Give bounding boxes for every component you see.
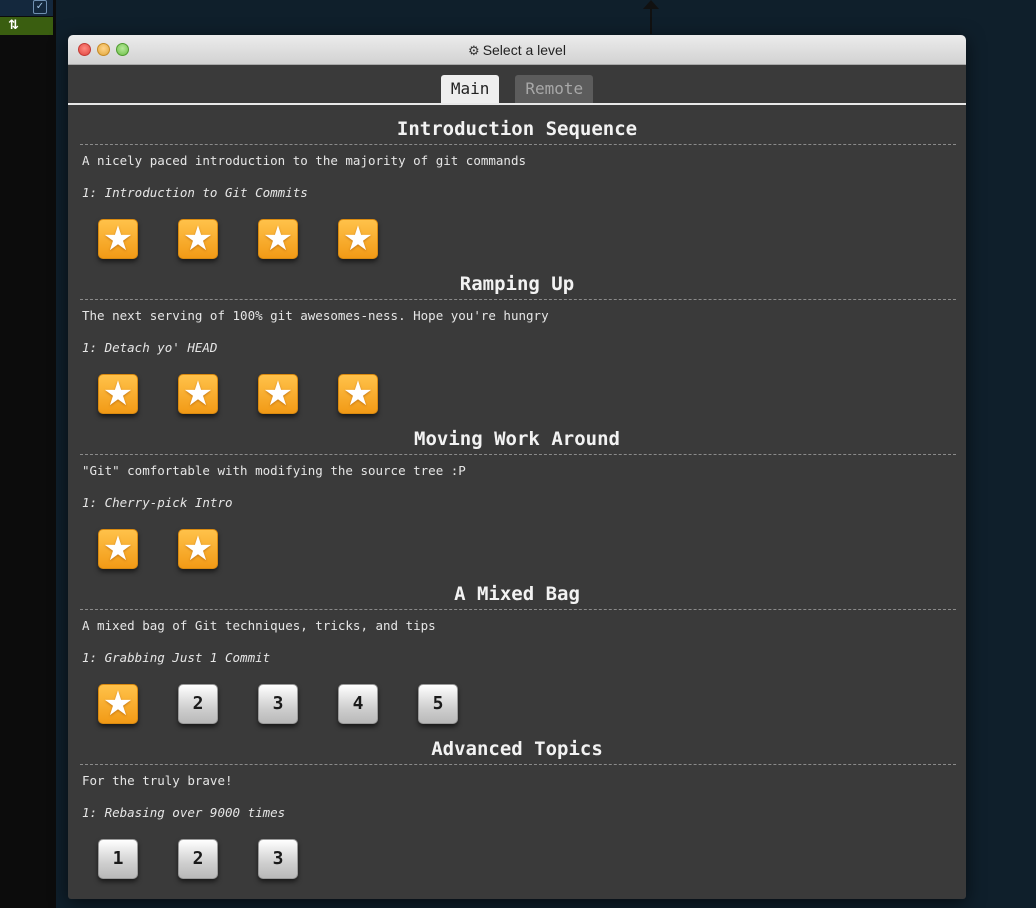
star-icon: ★ bbox=[102, 529, 134, 569]
level-select-window: ⚙ Select a level Main Remote Introduction … bbox=[68, 35, 966, 899]
level-button-4[interactable]: 4 bbox=[338, 684, 378, 724]
star-icon: ★ bbox=[262, 219, 294, 259]
sequence-current-level: 1: Grabbing Just 1 Commit bbox=[82, 650, 271, 665]
star-icon: ★ bbox=[102, 219, 134, 259]
level-button-3[interactable]: ★ bbox=[258, 219, 298, 259]
sequence-title: Advanced Topics bbox=[431, 738, 603, 760]
level-button-2[interactable]: 2 bbox=[178, 839, 218, 879]
level-button-1[interactable]: 1 bbox=[98, 839, 138, 879]
star-icon: ★ bbox=[182, 374, 214, 414]
window-title: Select a level bbox=[482, 42, 566, 58]
sequence-title: A Mixed Bag bbox=[454, 583, 580, 605]
level-button-2[interactable]: ★ bbox=[178, 529, 218, 569]
window-title-wrap: ⚙ Select a level bbox=[68, 35, 966, 64]
tab-divider bbox=[68, 103, 966, 105]
level-button-1[interactable]: ★ bbox=[98, 219, 138, 259]
star-icon: ★ bbox=[342, 219, 374, 259]
sequence-current-level: 1: Cherry-pick Intro bbox=[82, 495, 233, 510]
background-left-panel bbox=[0, 0, 56, 908]
level-button-1[interactable]: ★ bbox=[98, 684, 138, 724]
level-button-1[interactable]: ★ bbox=[98, 374, 138, 414]
star-icon: ★ bbox=[182, 219, 214, 259]
sequence-title: Moving Work Around bbox=[414, 428, 620, 450]
sequence-description: "Git" comfortable with modifying the sou… bbox=[82, 463, 466, 478]
sequence-current-level: 1: Rebasing over 9000 times bbox=[82, 805, 286, 820]
level-button-3[interactable]: 3 bbox=[258, 684, 298, 724]
level-button-4[interactable]: ★ bbox=[338, 374, 378, 414]
star-icon: ★ bbox=[262, 374, 294, 414]
sequence-divider bbox=[80, 144, 956, 145]
star-icon: ★ bbox=[102, 374, 134, 414]
sequence-divider bbox=[80, 454, 956, 455]
star-icon: ★ bbox=[102, 684, 134, 724]
level-button-1[interactable]: ★ bbox=[98, 529, 138, 569]
window-titlebar[interactable]: ⚙ Select a level bbox=[68, 35, 966, 65]
sequence-title: Introduction Sequence bbox=[396, 118, 638, 140]
level-button-5[interactable]: 5 bbox=[418, 684, 458, 724]
tab-remote[interactable]: Remote bbox=[515, 75, 594, 103]
level-button-2[interactable]: ★ bbox=[178, 374, 218, 414]
arrow-up-icon bbox=[643, 0, 659, 9]
sequence-current-level: 1: Detach yo' HEAD bbox=[82, 340, 218, 355]
level-button-2[interactable]: 2 bbox=[178, 684, 218, 724]
sequence-description: A mixed bag of Git techniques, tricks, a… bbox=[82, 618, 436, 633]
star-icon: ★ bbox=[342, 374, 374, 414]
sequence-current-level: 1: Introduction to Git Commits bbox=[82, 185, 308, 200]
sequence-description: The next serving of 100% git awesomes-ne… bbox=[82, 308, 549, 323]
sequence-divider bbox=[80, 609, 956, 610]
star-icon: ★ bbox=[182, 529, 214, 569]
level-button-4[interactable]: ★ bbox=[338, 219, 378, 259]
sequence-divider bbox=[80, 764, 956, 765]
tab-main[interactable]: Main bbox=[440, 75, 500, 103]
gear-icon: ⚙ bbox=[468, 44, 480, 59]
sequence-title: Ramping Up bbox=[459, 273, 575, 295]
sequence-description: A nicely paced introduction to the major… bbox=[82, 153, 527, 168]
level-button-2[interactable]: ★ bbox=[178, 219, 218, 259]
checkbox-icon[interactable]: ✓ bbox=[33, 0, 47, 14]
sequence-description: For the truly brave! bbox=[82, 773, 233, 788]
level-button-3[interactable]: ★ bbox=[258, 374, 298, 414]
git-branch-icon: ⇅ bbox=[8, 18, 19, 33]
sequence-divider bbox=[80, 299, 956, 300]
level-button-3[interactable]: 3 bbox=[258, 839, 298, 879]
tab-bar: Main Remote bbox=[68, 75, 966, 103]
